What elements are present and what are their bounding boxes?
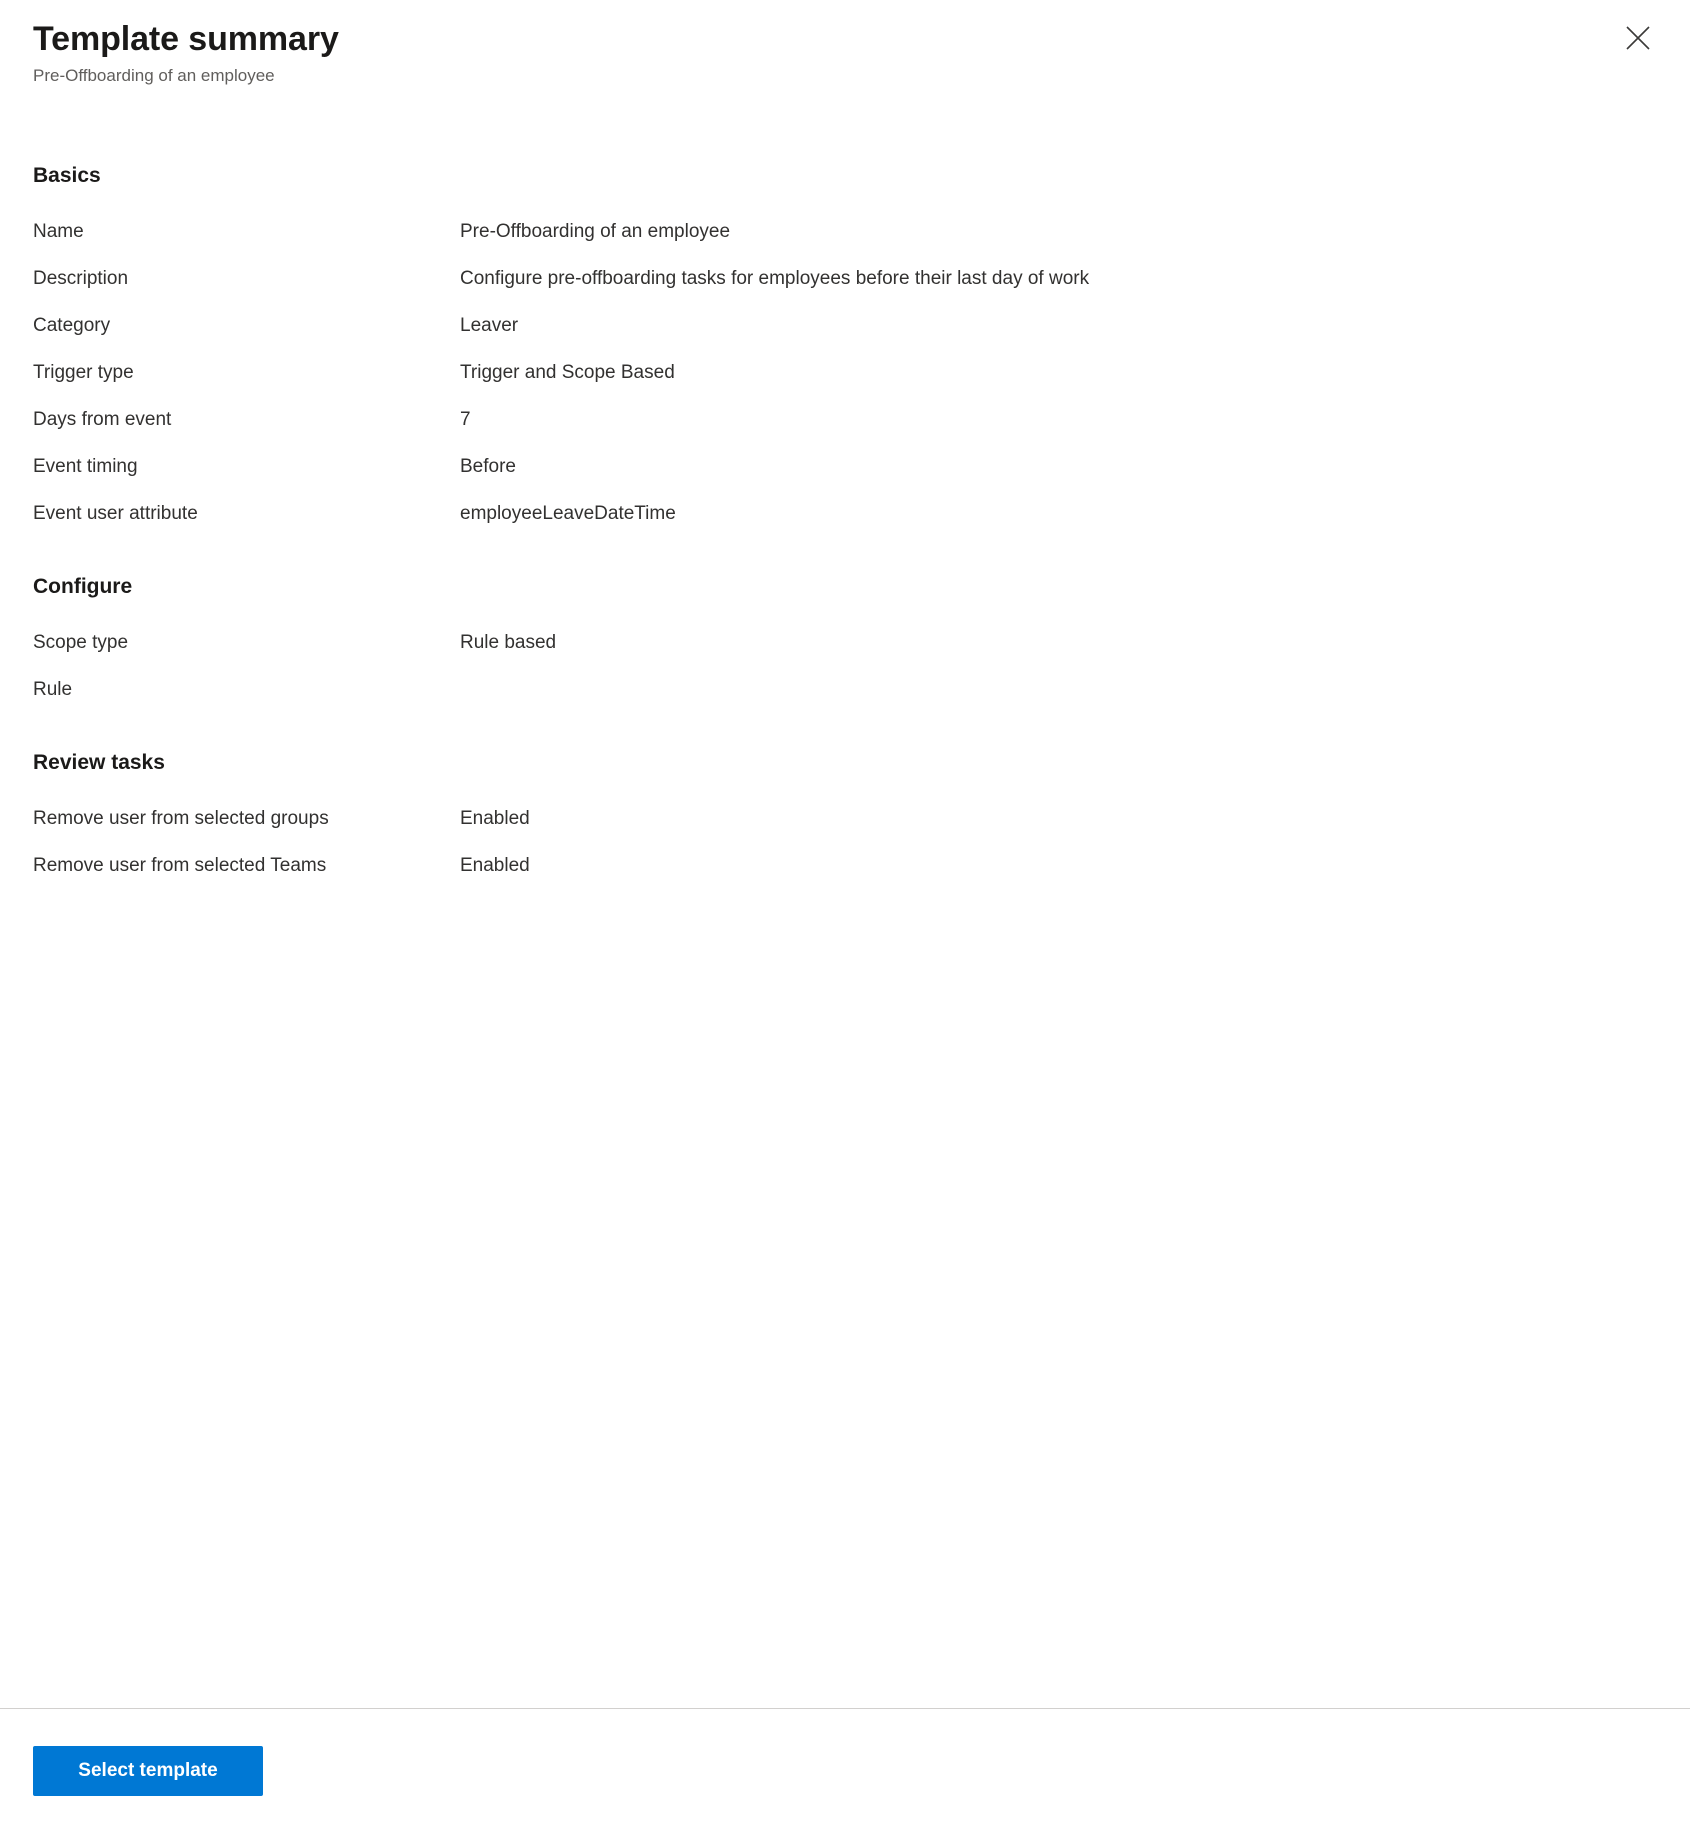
row-label: Description [33,268,129,289]
row-label: Name [33,221,84,242]
section-heading-configure: Configure [33,575,133,598]
section-configure: Configure Scope type Rule based Rule [33,573,1675,713]
status-badge: Enabled [460,808,530,829]
page-title: Template summary [33,20,339,58]
row-value: Configure pre-offboarding tasks for empl… [460,268,1090,289]
page-subtitle: Pre-Offboarding of an employee [33,66,275,85]
table-row: Remove user from selected groups Enabled [33,795,1675,842]
table-row: Days from event 7 [33,396,1675,443]
row-label: Days from event [33,409,172,430]
template-summary-panel: Template summary Pre-Offboarding of an e… [0,0,1708,1836]
table-row: Event user attribute employeeLeaveDateTi… [33,490,1675,537]
review-tasks-table: Remove user from selected groups Enabled… [33,795,1675,889]
select-template-button[interactable]: Select template [33,1746,263,1796]
close-button[interactable] [1614,14,1662,62]
row-value: employeeLeaveDateTime [460,503,676,524]
table-row: Scope type Rule based [33,619,1675,666]
row-label: Remove user from selected groups [33,808,329,829]
table-row: Trigger type Trigger and Scope Based [33,349,1675,396]
section-heading-review-tasks: Review tasks [33,751,165,774]
table-row: Description Configure pre-offboarding ta… [33,255,1675,302]
table-row: Event timing Before [33,443,1675,490]
section-basics: Basics Name Pre-Offboarding of an employ… [33,162,1675,537]
row-value: Pre-Offboarding of an employee [460,221,731,242]
table-row: Name Pre-Offboarding of an employee [33,208,1675,255]
row-value [460,666,1675,713]
basics-table: Name Pre-Offboarding of an employee Desc… [33,208,1675,537]
panel-footer: Select template [0,1708,1708,1836]
row-label: Event user attribute [33,503,198,524]
table-row: Category Leaver [33,302,1675,349]
row-value: Rule based [460,632,557,653]
row-label: Trigger type [33,362,134,383]
status-badge: Enabled [460,855,530,876]
row-label: Remove user from selected Teams [33,855,327,876]
row-label: Scope type [33,632,129,653]
row-label: Category [33,315,111,336]
section-review-tasks: Review tasks Remove user from selected g… [33,749,1675,889]
row-label: Rule [33,679,73,700]
configure-table: Scope type Rule based Rule [33,619,1675,713]
row-value: 7 [460,409,471,430]
panel-header: Template summary Pre-Offboarding of an e… [0,0,1708,104]
row-label: Event timing [33,456,138,477]
row-value: Before [460,456,516,477]
row-value: Trigger and Scope Based [460,362,675,383]
close-icon [1625,25,1651,51]
footer-divider [0,1708,1690,1709]
table-row: Remove user from selected Teams Enabled [33,842,1675,889]
row-value: Leaver [460,315,519,336]
section-heading-basics: Basics [33,164,101,187]
panel-body: Basics Name Pre-Offboarding of an employ… [0,104,1708,1708]
table-row: Rule [33,666,1675,713]
